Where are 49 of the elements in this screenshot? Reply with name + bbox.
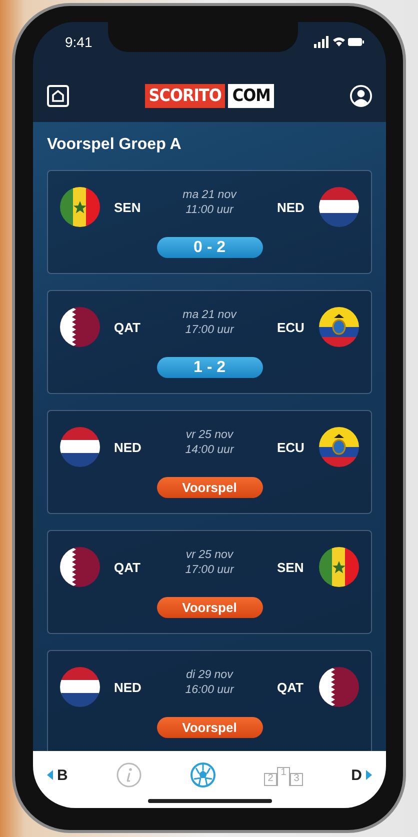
match-time: 11:00 uur	[186, 203, 234, 218]
team-code: NED	[114, 680, 142, 694]
team-code: QAT	[277, 680, 304, 694]
team-code: NED	[277, 200, 305, 214]
score-badge: 1 - 2	[156, 357, 262, 378]
match-time: 17:00 uur	[185, 323, 234, 338]
score-badge: 0 - 2	[156, 237, 262, 258]
flag-icon	[60, 667, 100, 707]
team-code: QAT	[114, 560, 142, 574]
flag-icon	[319, 427, 359, 467]
team-code: SEN	[114, 200, 142, 214]
match-date: di 29 nov	[186, 668, 233, 683]
flag-icon	[319, 307, 359, 347]
match-date: vr 25 nov	[186, 428, 234, 443]
match-card[interactable]: NED di 29 nov 16:00 uur QAT Voorspel	[47, 650, 372, 751]
match-card[interactable]: NED vr 25 nov 14:00 uur ECU Voorspel	[47, 410, 372, 514]
status-time: 9:41	[65, 34, 92, 50]
profile-icon[interactable]	[350, 85, 372, 107]
logo: SCORITO COM	[144, 84, 274, 108]
flag-icon	[60, 547, 100, 587]
next-group-link[interactable]: D	[351, 766, 372, 784]
team-code: ECU	[277, 440, 305, 454]
flag-icon	[319, 547, 359, 587]
soccer-ball-icon[interactable]	[190, 762, 216, 788]
team-code: ECU	[277, 320, 305, 334]
status-icons	[314, 36, 364, 48]
flag-icon	[60, 187, 100, 227]
predict-button[interactable]: Voorspel	[156, 717, 262, 738]
flag-icon	[319, 667, 359, 707]
match-date: vr 25 nov	[186, 548, 234, 563]
team-code: QAT	[114, 320, 142, 334]
previous-group-link[interactable]: B	[47, 766, 68, 784]
match-card[interactable]: SEN ma 21 nov 11:00 uur NED 0 - 2	[47, 170, 372, 274]
flag-icon	[319, 187, 359, 227]
match-card[interactable]: QAT vr 25 nov 17:00 uur SEN Voorspel	[47, 530, 372, 634]
home-icon[interactable]	[47, 85, 69, 107]
predict-button[interactable]: Voorspel	[156, 477, 262, 498]
match-date: ma 21 nov	[182, 308, 236, 323]
flag-icon	[60, 307, 100, 347]
match-date: ma 21 nov	[182, 188, 236, 203]
team-code: NED	[114, 440, 142, 454]
match-time: 17:00 uur	[185, 563, 234, 578]
match-time: 14:00 uur	[185, 443, 234, 458]
team-code: SEN	[277, 560, 305, 574]
predict-button[interactable]: Voorspel	[156, 597, 262, 618]
flag-icon	[60, 427, 100, 467]
match-card[interactable]: QAT ma 21 nov 17:00 uur ECU 1 - 2	[47, 290, 372, 394]
page-title: Voorspel Groep A	[47, 136, 182, 154]
match-time: 16:00 uur	[185, 683, 234, 698]
